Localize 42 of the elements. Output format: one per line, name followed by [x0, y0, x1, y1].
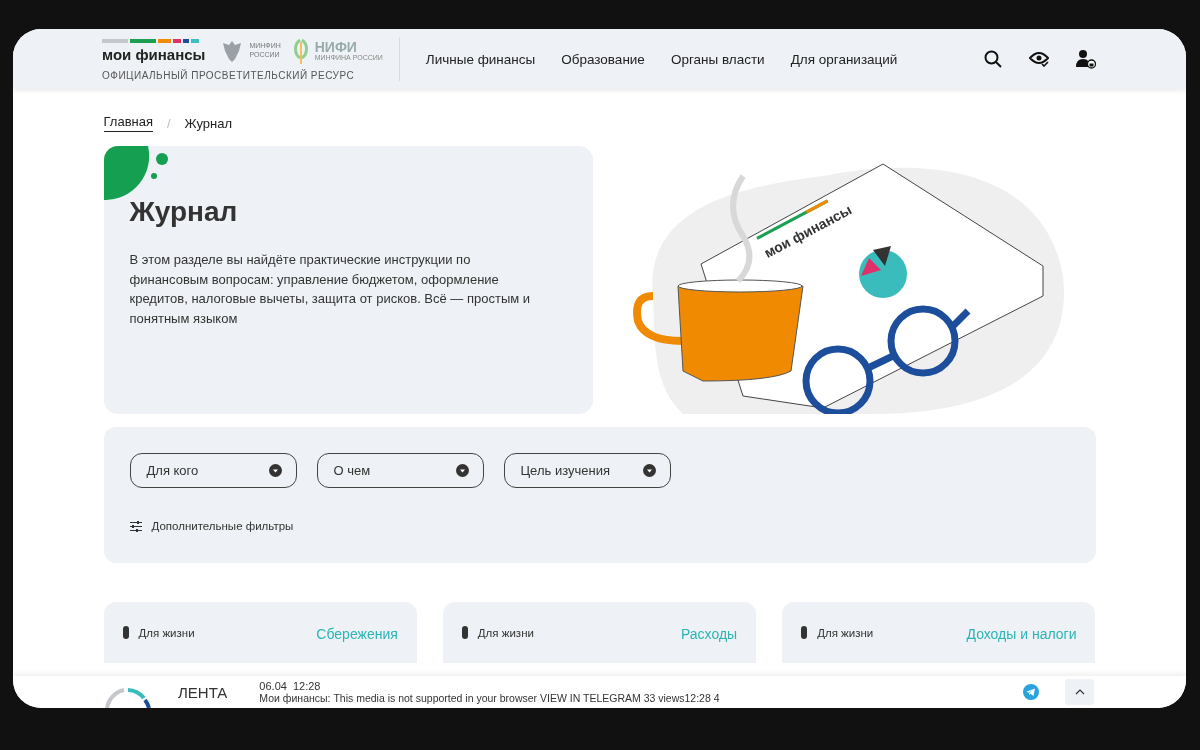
- telegram-icon[interactable]: [1023, 684, 1039, 700]
- article-card[interactable]: Для жизни Доходы и налоги: [782, 602, 1096, 663]
- tag-marker-icon: [801, 626, 808, 639]
- nav-link[interactable]: Для организаций: [790, 51, 898, 67]
- leaf-logo-icon: [292, 37, 309, 64]
- intro-text: В этом разделе вы найдёте практические инструкции по финансовым вопросам: управление бюджетом, оформление кредитов, налоговые вычеты, защита от рисков. Всё — простым и понятным языком: [129, 251, 532, 328]
- ring-icon: [104, 688, 152, 708]
- card-tag: Для жизни: [477, 626, 534, 639]
- feed-message: Мои финансы: This media is not supported in your browser VIEW IN TELEGRAM 33 views12:28 4: [259, 692, 721, 704]
- feed-time: 12:28: [292, 680, 321, 692]
- filter-dropdown[interactable]: Цель изучения: [503, 453, 671, 488]
- user-lock-icon[interactable]: [1076, 49, 1096, 69]
- filter-dropdown[interactable]: О чем: [316, 453, 484, 488]
- caret-icon: [268, 464, 282, 477]
- nav-link[interactable]: Образование: [561, 51, 645, 67]
- eye-icon[interactable]: [1029, 51, 1049, 67]
- article-card[interactable]: Для жизни Сбережения: [103, 602, 417, 663]
- article-card[interactable]: Для жизни Расходы: [442, 602, 757, 663]
- logo-text[interactable]: мои финансы: [102, 47, 206, 62]
- tagline: ОФИЦИАЛЬНЫЙ ПРОСВЕТИТЕЛЬСКИЙ РЕСУРС: [102, 69, 356, 81]
- more-filters-button[interactable]: Дополнительные фильтры: [129, 520, 294, 532]
- caret-icon: [455, 464, 469, 477]
- breadcrumb-separator: /: [167, 115, 171, 131]
- breadcrumb-current: Журнал: [184, 115, 233, 131]
- tag-marker-icon: [122, 626, 129, 639]
- card-tag: Для жизни: [138, 626, 195, 639]
- page-title: Журнал: [129, 196, 239, 228]
- nav-link[interactable]: Личные финансы: [425, 51, 536, 67]
- dots-decoration-icon: [103, 146, 170, 200]
- sliders-icon: [129, 520, 142, 532]
- partner-name: НИФИ: [314, 39, 358, 54]
- breadcrumb-link[interactable]: Главная: [103, 114, 153, 132]
- filter-dropdown[interactable]: Для кого: [129, 453, 297, 488]
- nav-link[interactable]: Органы власти: [670, 51, 765, 67]
- chevron-up-icon: [1074, 689, 1085, 695]
- search-icon[interactable]: [984, 50, 1002, 68]
- feed-date: 06.04: [259, 680, 287, 692]
- logo-stripes-icon: [102, 39, 199, 43]
- card-tag: Для жизни: [817, 626, 874, 639]
- feed-label: ЛЕНТА: [178, 683, 228, 701]
- tag-marker-icon: [461, 626, 468, 639]
- caret-icon: [642, 464, 656, 477]
